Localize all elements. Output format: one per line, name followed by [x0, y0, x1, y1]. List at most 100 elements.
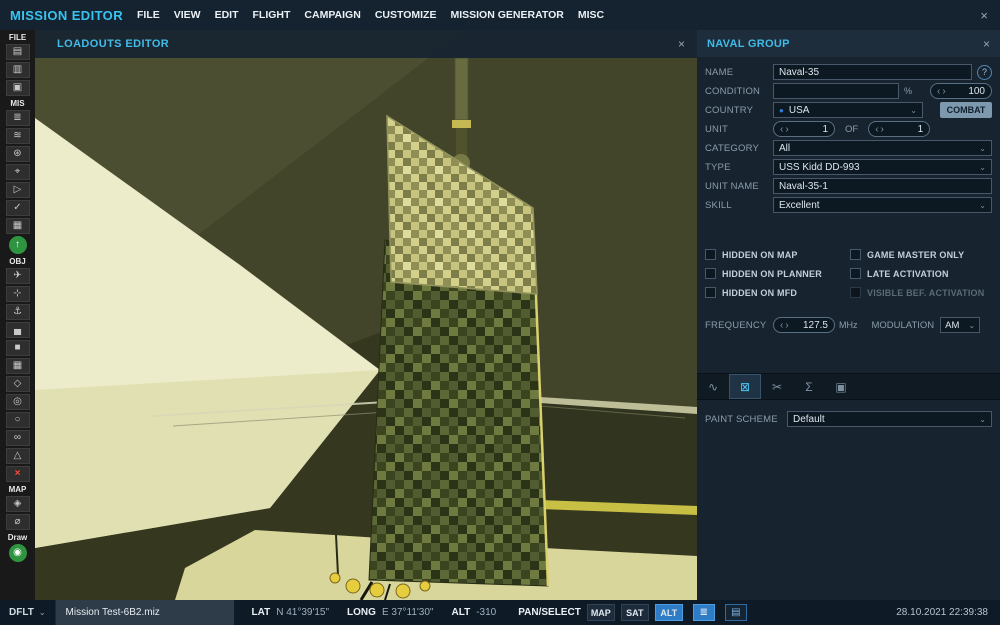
checkbox-icon[interactable]: [850, 249, 861, 260]
unit-row: UNIT ‹ › 1 OF ‹ › 1: [705, 121, 992, 137]
add-sequence-button[interactable]: ∞: [5, 430, 30, 446]
hidden-on-mfd-checkbox[interactable]: HIDDEN ON MFD: [705, 286, 797, 299]
coord-format-dropdown[interactable]: DFLT ⌄: [0, 600, 56, 625]
spinner-increment-icon[interactable]: ›: [785, 320, 788, 331]
tab-cargo[interactable]: ▣: [825, 374, 857, 399]
spinner-decrement-icon[interactable]: ‹: [875, 124, 878, 135]
checkbox-icon[interactable]: [850, 268, 861, 279]
naval-group-header: NAVAL GROUP ×: [697, 30, 1000, 57]
map-layer-button[interactable]: MAP: [586, 604, 615, 621]
condition-spinner[interactable]: ‹ › 100: [930, 83, 992, 99]
unit-count-value: 1: [822, 123, 828, 135]
ship-3d-scene: [35, 30, 697, 601]
menu-misc[interactable]: MISC: [578, 9, 604, 21]
spinner-decrement-icon[interactable]: ‹: [937, 86, 940, 97]
mission-check-button[interactable]: ✓: [5, 200, 30, 216]
add-helicopter-button[interactable]: ⊹: [5, 286, 30, 302]
about-button[interactable]: ◉: [8, 544, 27, 562]
add-ship-button[interactable]: ⚓: [5, 304, 30, 320]
skill-dropdown[interactable]: Excellent ⌄: [773, 197, 992, 213]
open-mission-button[interactable]: ▥: [5, 62, 30, 78]
spinner-increment-icon[interactable]: ›: [785, 124, 788, 135]
type-dropdown[interactable]: USS Kidd DD-993 ⌄: [773, 159, 992, 175]
menu-view[interactable]: VIEW: [174, 9, 201, 21]
window-close-icon[interactable]: ×: [968, 8, 1000, 23]
country-value: USA: [788, 104, 810, 116]
sat-layer-button[interactable]: SAT: [620, 604, 649, 621]
frequency-spinner[interactable]: ‹ › 127.5: [773, 317, 835, 333]
delete-object-button[interactable]: ×: [5, 466, 30, 482]
help-button[interactable]: ?: [977, 64, 992, 80]
condition-input[interactable]: [773, 83, 899, 99]
menu-flight[interactable]: FLIGHT: [253, 9, 291, 21]
tab-route[interactable]: ∿: [697, 374, 729, 399]
unit-name-input[interactable]: [773, 178, 992, 194]
save-mission-button[interactable]: ▣: [5, 80, 30, 96]
toolbar-section-mis: MIS: [10, 99, 25, 108]
unit-of-spinner[interactable]: ‹ › 1: [868, 121, 931, 137]
modulation-dropdown[interactable]: AM ⌄: [940, 317, 981, 333]
mission-datetime: 28.10.2021 22:39:38: [896, 607, 988, 618]
category-value: All: [779, 142, 791, 154]
skill-row: SKILL Excellent ⌄: [705, 197, 992, 213]
add-shape-button[interactable]: △: [5, 448, 30, 464]
top-menu-bar: MISSION EDITOR FILE VIEW EDIT FLIGHT CAM…: [0, 0, 1000, 30]
briefing-button[interactable]: ≣: [5, 110, 30, 126]
goals-button[interactable]: ▷: [5, 182, 30, 198]
add-vehicle-button[interactable]: ▄: [5, 322, 30, 338]
fly-mission-button[interactable]: ↑: [8, 236, 27, 254]
menu-customize[interactable]: CUSTOMIZE: [375, 9, 437, 21]
game-master-only-checkbox[interactable]: GAME MASTER ONLY: [850, 248, 964, 261]
unit-count-spinner[interactable]: ‹ › 1: [773, 121, 835, 137]
menu-mission-generator[interactable]: MISSION GENERATOR: [450, 9, 563, 21]
options-button[interactable]: ⊛: [5, 146, 30, 162]
add-template-button[interactable]: ▦: [5, 358, 30, 374]
add-trigger-zone-button[interactable]: ◎: [5, 394, 30, 410]
panel-toggle-icon[interactable]: ▤: [724, 604, 747, 621]
name-input[interactable]: [773, 64, 972, 80]
tab-summary[interactable]: Σ: [793, 374, 825, 399]
category-dropdown[interactable]: All ⌄: [773, 140, 992, 156]
combat-button[interactable]: COMBAT: [940, 102, 992, 118]
naval-group-title: NAVAL GROUP: [707, 37, 790, 50]
spinner-decrement-icon[interactable]: ‹: [780, 124, 783, 135]
condition-row: CONDITION % ‹ › 100: [705, 83, 992, 99]
tab-payload[interactable]: ✂: [761, 374, 793, 399]
toolbar-section-file: FILE: [8, 33, 27, 42]
hidden-on-planner-checkbox[interactable]: HIDDEN ON PLANNER: [705, 267, 822, 280]
menu-file[interactable]: FILE: [137, 9, 160, 21]
weather-button[interactable]: ≋: [5, 128, 30, 144]
add-aircraft-button[interactable]: ✈: [5, 268, 30, 284]
mission-editor-window: MISSION EDITOR FILE VIEW EDIT FLIGHT CAM…: [0, 0, 1000, 625]
add-static-object-button[interactable]: ■: [5, 340, 30, 356]
add-circle-zone-button[interactable]: ○: [5, 412, 30, 428]
generator-button[interactable]: ▦: [5, 218, 30, 234]
triggers-button[interactable]: ⌖: [5, 164, 30, 180]
checkbox-icon[interactable]: [705, 268, 716, 279]
measure-distance-button[interactable]: ⌀: [5, 514, 30, 530]
country-dropdown[interactable]: ● USA ⌄: [773, 102, 923, 118]
late-activation-checkbox[interactable]: LATE ACTIVATION: [850, 267, 949, 280]
spinner-increment-icon[interactable]: ›: [881, 124, 884, 135]
percent-label: %: [904, 86, 913, 96]
menu-edit[interactable]: EDIT: [215, 9, 239, 21]
menu-campaign[interactable]: CAMPAIGN: [304, 9, 360, 21]
naval-group-close-icon[interactable]: ×: [983, 37, 1000, 51]
3d-viewport[interactable]: [35, 30, 697, 601]
new-mission-button[interactable]: ▤: [5, 44, 30, 60]
category-row: CATEGORY All ⌄: [705, 140, 992, 156]
checkbox-icon[interactable]: [705, 287, 716, 298]
spinner-decrement-icon[interactable]: ‹: [780, 320, 783, 331]
alt-layer-button[interactable]: ALT: [654, 604, 683, 621]
paint-scheme-dropdown[interactable]: Default ⌄: [787, 411, 992, 427]
map-layers-button[interactable]: ◈: [5, 496, 30, 512]
menubar: FILE VIEW EDIT FLIGHT CAMPAIGN CUSTOMIZE…: [137, 9, 604, 21]
spinner-increment-icon[interactable]: ›: [942, 86, 945, 97]
checkbox-icon[interactable]: [705, 249, 716, 260]
add-initial-point-button[interactable]: ◇: [5, 376, 30, 392]
tab-attack[interactable]: ⊠: [729, 374, 761, 399]
loadouts-close-icon[interactable]: ×: [678, 37, 697, 51]
scale-toggle-icon[interactable]: ≣: [692, 604, 715, 621]
hidden-on-map-checkbox[interactable]: HIDDEN ON MAP: [705, 248, 798, 261]
naval-group-panel: NAVAL GROUP × NAME ? CONDITION % ‹ › 100…: [697, 30, 1000, 600]
